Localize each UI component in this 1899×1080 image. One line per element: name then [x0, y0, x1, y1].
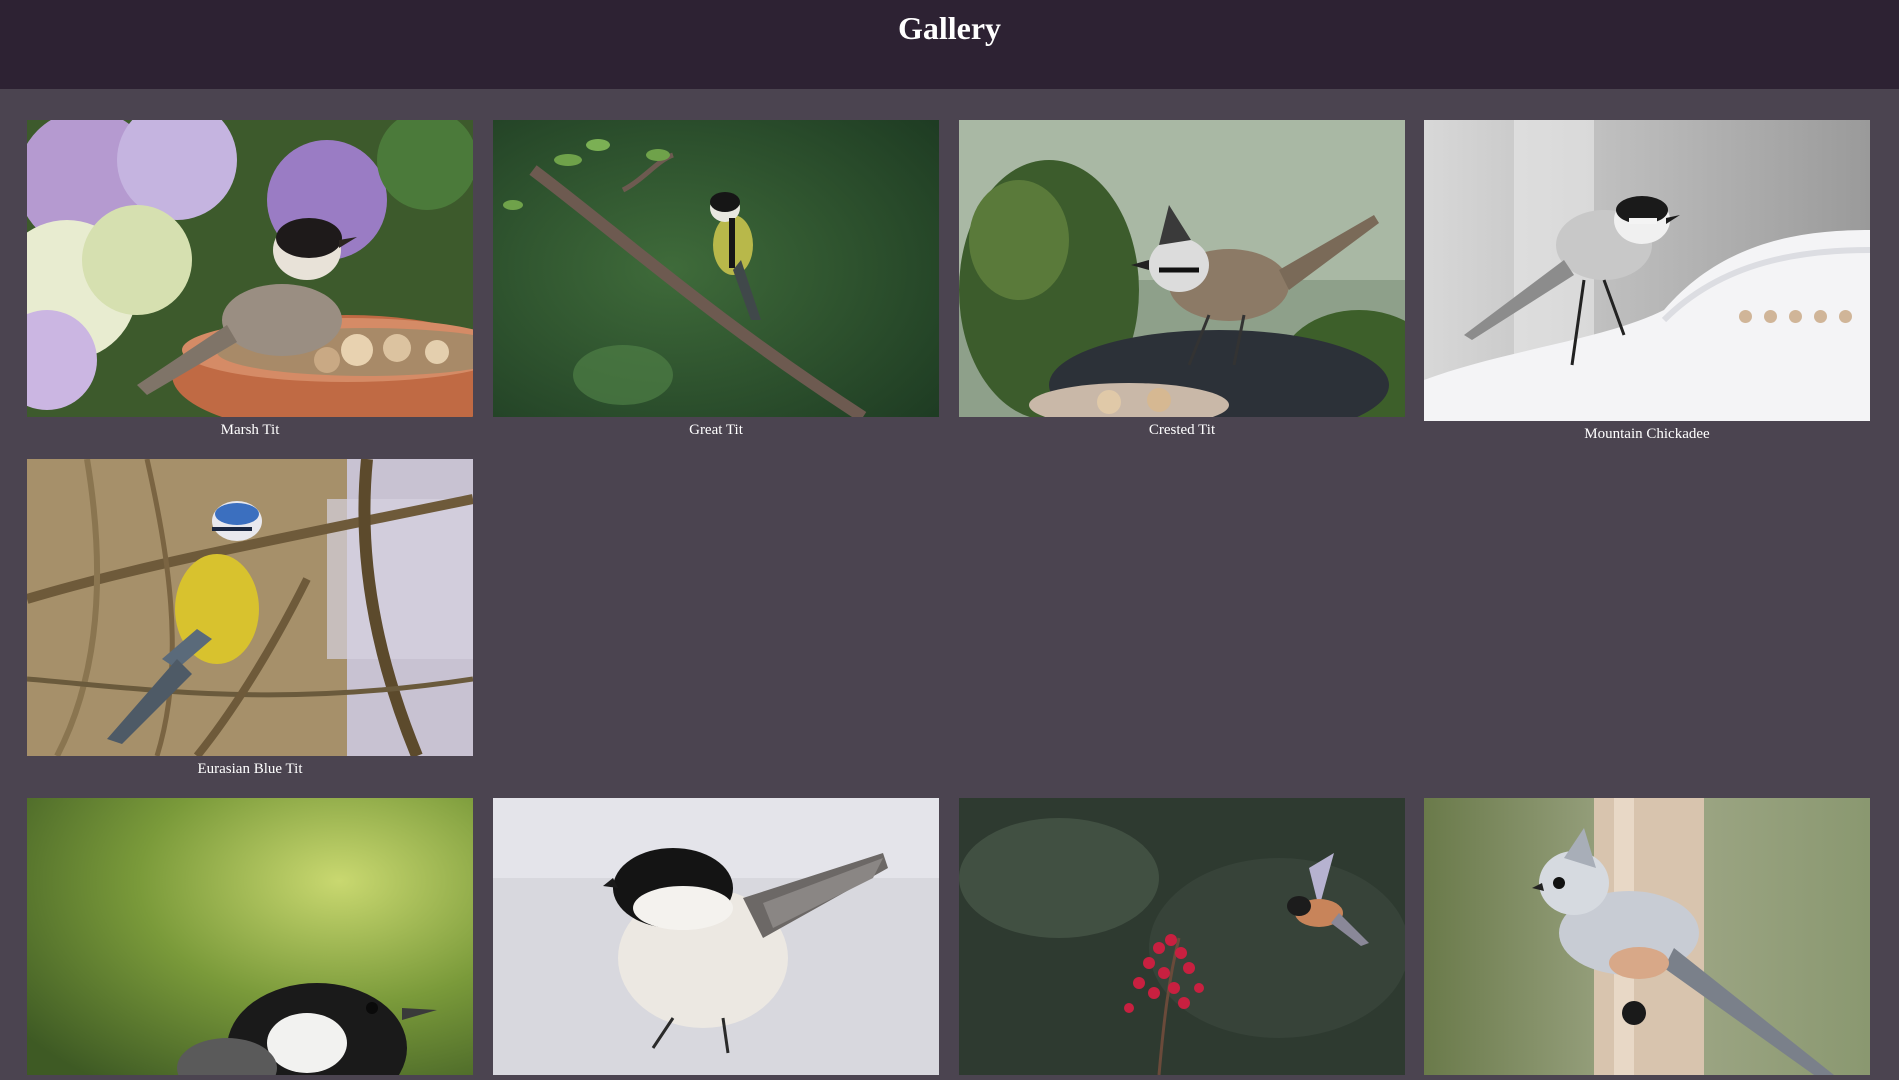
gallery-image-9[interactable] [1424, 798, 1870, 1075]
gallery-image-marsh-tit[interactable] [27, 120, 473, 417]
carousel-dot[interactable] [1789, 310, 1802, 323]
carousel-dot[interactable] [1739, 310, 1752, 323]
gallery-image-6[interactable] [27, 798, 473, 1075]
gallery-caption: Eurasian Blue Tit [197, 761, 303, 777]
page-title: Gallery [897, 10, 1002, 46]
carousel-dot[interactable] [1764, 310, 1777, 323]
gallery-card-marsh-tit[interactable]: Marsh Tit [27, 120, 473, 439]
carousel-dots [1739, 310, 1852, 323]
gallery-caption: Crested Tit [1148, 422, 1216, 438]
gallery-card-great-tit[interactable]: Great Tit [493, 120, 939, 439]
gallery-card-eurasian-blue-tit[interactable]: Eurasian Blue Tit [27, 459, 473, 778]
gallery-image-mountain-chickadee[interactable] [1424, 120, 1870, 421]
gallery-image-eurasian-blue-tit[interactable] [27, 459, 473, 756]
gallery-caption: Mountain Chickadee [1584, 426, 1710, 442]
gallery-image-great-tit[interactable] [493, 120, 939, 417]
gallery-card-mountain-chickadee[interactable]: Mountain Chickadee [1424, 120, 1870, 443]
carousel-dot[interactable] [1839, 310, 1852, 323]
gallery-caption: Marsh Tit [220, 422, 280, 438]
gallery-card-7[interactable] [493, 798, 939, 1080]
gallery-card-crested-tit[interactable]: Crested Tit [959, 120, 1405, 439]
page-header: Gallery [0, 0, 1899, 89]
gallery-caption: Great Tit [689, 422, 743, 438]
gallery-card-6[interactable] [27, 798, 473, 1080]
gallery-card-8[interactable] [959, 798, 1405, 1080]
carousel-dot[interactable] [1814, 310, 1827, 323]
gallery-image-8[interactable] [959, 798, 1405, 1075]
gallery-image-7[interactable] [493, 798, 939, 1075]
gallery-image-crested-tit[interactable] [959, 120, 1405, 417]
gallery-card-9[interactable] [1424, 798, 1870, 1080]
